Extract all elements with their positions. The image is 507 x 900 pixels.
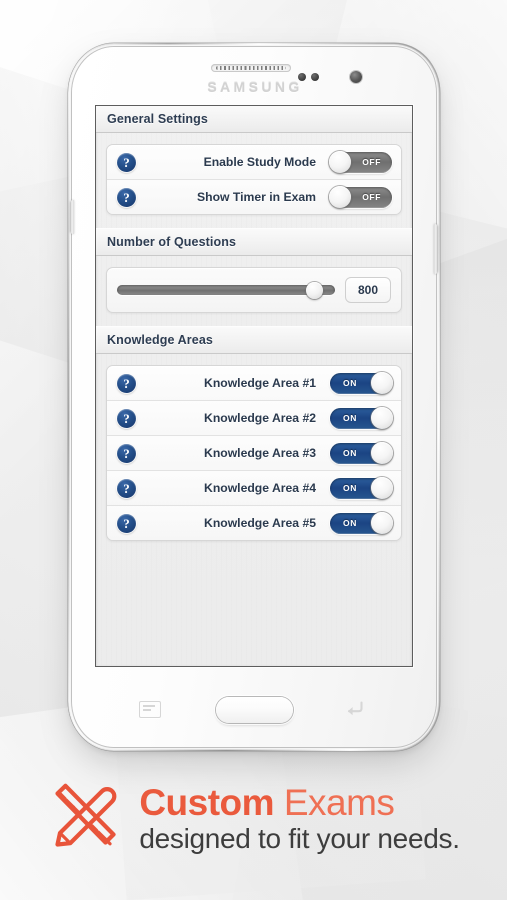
settings-row: ? Knowledge Area #5 ON xyxy=(107,506,401,540)
toggle-state-label: ON xyxy=(343,447,357,458)
settings-row: ? Show Timer in Exam OFF xyxy=(107,180,401,214)
front-camera-icon xyxy=(350,71,362,83)
setting-label: Knowledge Area #5 xyxy=(204,516,316,530)
toggle-knob[interactable] xyxy=(371,476,393,499)
back-key-icon[interactable] xyxy=(343,698,365,718)
volume-button[interactable] xyxy=(70,200,74,234)
ruler-pencil-icon xyxy=(47,778,123,859)
slider-track[interactable] xyxy=(117,285,335,295)
settings-group: ? Enable Study Mode OFF? Show Timer in Exam… xyxy=(106,144,402,215)
speaker-grille xyxy=(216,66,286,70)
slider-thumb[interactable] xyxy=(305,281,323,299)
setting-label: Knowledge Area #2 xyxy=(204,411,316,425)
toggle-switch[interactable]: ON xyxy=(330,406,393,429)
phone-screen: General Settings? Enable Study Mode OFF? Sh… xyxy=(96,106,412,666)
toggle-state-label: OFF xyxy=(362,191,381,202)
toggle-state-label: ON xyxy=(343,482,357,493)
settings-group: ? Knowledge Area #1 ON? Knowledge Area #2 ON… xyxy=(106,365,402,541)
section-header-2: Number of Questions xyxy=(96,228,412,256)
setting-label: Enable Study Mode xyxy=(203,155,316,169)
question-mark-icon[interactable]: ? xyxy=(117,478,136,498)
screenshot-root: SAMSUNG General Settings? Enable Study Mo… xyxy=(0,0,507,900)
settings-row: ? Knowledge Area #3 ON xyxy=(107,436,401,471)
settings-row: ? Knowledge Area #1 ON xyxy=(107,366,401,401)
toggle-knob[interactable] xyxy=(371,511,393,534)
settings-row: ? Knowledge Area #4 ON xyxy=(107,471,401,506)
question-mark-icon[interactable]: ? xyxy=(117,187,136,207)
toggle-knob[interactable] xyxy=(371,441,393,464)
setting-label: Knowledge Area #4 xyxy=(204,481,316,495)
toggle-state-label: ON xyxy=(343,377,357,388)
toggle-switch[interactable]: OFF xyxy=(329,150,392,173)
earpiece-speaker-icon xyxy=(211,64,291,72)
setting-label: Show Timer in Exam xyxy=(197,190,316,204)
toggle-switch[interactable]: OFF xyxy=(329,185,392,208)
toggle-state-label: ON xyxy=(343,412,357,423)
settings-row: ? Enable Study Mode OFF xyxy=(107,145,401,180)
section-header-3: Knowledge Areas xyxy=(96,326,412,354)
slider-group: 800 xyxy=(106,267,402,313)
toggle-state-label: OFF xyxy=(362,156,381,167)
settings-row: ? Knowledge Area #2 ON xyxy=(107,401,401,436)
section-header-1: General Settings xyxy=(96,106,412,133)
toggle-switch[interactable]: ON xyxy=(330,476,393,499)
tagline-text-block: Custom Exams designed to fit your needs. xyxy=(139,781,460,855)
question-count-slider[interactable] xyxy=(117,281,335,299)
toggle-knob[interactable] xyxy=(371,406,393,429)
home-button[interactable] xyxy=(216,697,293,723)
setting-label: Knowledge Area #3 xyxy=(204,446,316,460)
samsung-brand-label: SAMSUNG xyxy=(207,79,303,95)
question-mark-icon[interactable]: ? xyxy=(117,152,136,172)
tagline-line-1: Custom Exams xyxy=(139,781,459,823)
toggle-knob[interactable] xyxy=(371,371,393,394)
tagline-custom-word: Custom xyxy=(139,781,275,823)
brand-tagline: Custom Exams designed to fit your needs. xyxy=(0,778,507,859)
toggle-switch[interactable]: ON xyxy=(330,511,393,534)
question-mark-icon[interactable]: ? xyxy=(117,513,136,533)
toggle-switch[interactable]: ON xyxy=(330,371,393,394)
tagline-line-2: designed to fit your needs. xyxy=(139,822,460,854)
toggle-state-label: ON xyxy=(343,517,357,528)
slider-value-readout: 800 xyxy=(345,277,391,303)
question-mark-icon[interactable]: ? xyxy=(117,373,136,393)
toggle-knob[interactable] xyxy=(329,150,351,173)
setting-label: Knowledge Area #1 xyxy=(204,376,316,390)
toggle-switch[interactable]: ON xyxy=(330,441,393,464)
power-button[interactable] xyxy=(434,224,438,274)
question-mark-icon[interactable]: ? xyxy=(117,443,136,463)
toggle-knob[interactable] xyxy=(329,185,351,208)
question-mark-icon[interactable]: ? xyxy=(117,408,136,428)
menu-key-icon[interactable] xyxy=(139,701,161,718)
tagline-exams-word: Exams xyxy=(283,781,395,823)
